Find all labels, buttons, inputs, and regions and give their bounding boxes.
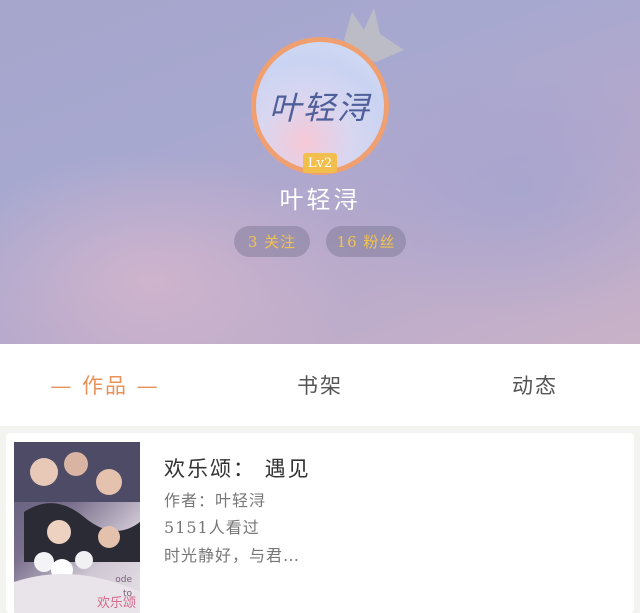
level-badge: Lv2 [303, 153, 337, 173]
book-card[interactable]: ode to 欢乐颂 欢乐颂： 遇见 作者：叶轻浔 5151人看过 时光静好，与… [6, 433, 634, 613]
svg-text:ode: ode [115, 575, 132, 585]
book-views: 5151人看过 [164, 518, 260, 537]
fans-count-button[interactable]: 16 粉丝 [326, 226, 406, 257]
book-cover[interactable]: ode to 欢乐颂 [14, 442, 140, 613]
avatar-image: 叶轻浔 [256, 42, 384, 170]
profile-tabs: — 作品 — 书架 动态 [0, 344, 640, 426]
avatar-text: 叶轻浔 [268, 89, 371, 127]
tab-works[interactable]: — 作品 — [40, 344, 170, 426]
book-title[interactable]: 欢乐颂： 遇见 [164, 453, 311, 483]
tab-bookshelf[interactable]: 书架 [255, 344, 385, 426]
cover-title: 欢乐颂 [96, 596, 136, 611]
book-description: 时光静好，与君… [164, 546, 301, 565]
following-count-button[interactable]: 3 关注 [234, 226, 310, 257]
tab-feed[interactable]: 动态 [470, 344, 600, 426]
profile-header: 叶轻浔 Lv2 叶轻浔 3 关注 16 粉丝 [0, 0, 640, 344]
cover-illustration: ode to [14, 442, 140, 613]
book-author: 作者：叶轻浔 [164, 491, 267, 510]
username: 叶轻浔 [279, 186, 361, 214]
